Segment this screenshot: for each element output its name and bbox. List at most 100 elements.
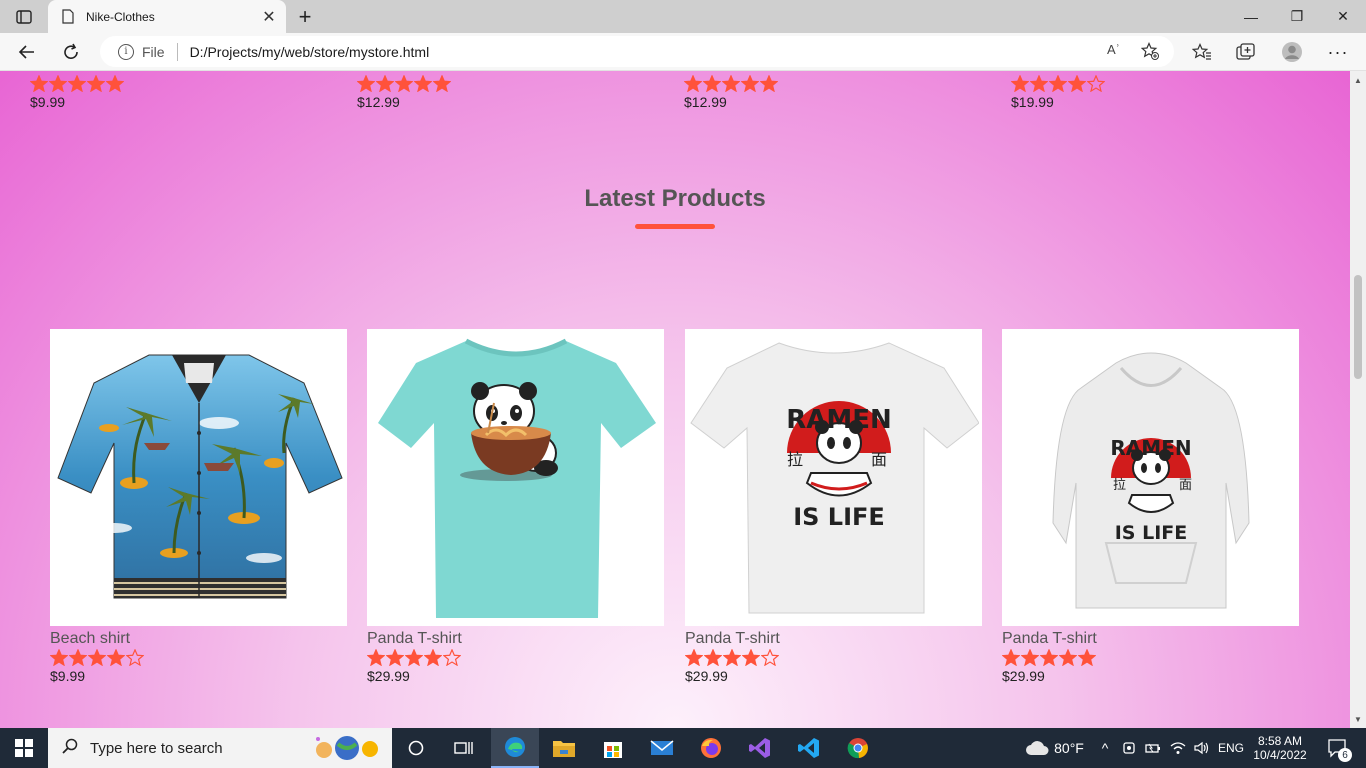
product-card[interactable]: $9.99 — [30, 75, 230, 110]
product-card[interactable]: Beach shirt $9.99 — [50, 329, 347, 684]
refresh-button[interactable] — [56, 37, 86, 67]
vscode-icon[interactable] — [785, 728, 833, 768]
product-card[interactable]: $12.99 — [684, 75, 884, 110]
page-content: $9.99 $12.99 $12.99 $19.99 Latest Produc… — [0, 71, 1350, 728]
new-tab-button[interactable]: + — [292, 4, 318, 30]
print-is-life-text: IS LIFE — [793, 503, 885, 531]
product-image-panda-tshirt[interactable] — [367, 329, 664, 626]
windows-start-icon[interactable] — [0, 728, 48, 768]
weather-cloud-icon[interactable] — [1020, 728, 1054, 768]
star-filled-icon — [741, 75, 759, 92]
device-icon[interactable] — [1118, 728, 1140, 768]
product-card[interactable]: RAMEN 拉 面 IS LIFE Panda T-shirt $29.99 — [685, 329, 982, 684]
star-filled-icon — [107, 649, 125, 666]
edge-taskbar-icon[interactable] — [491, 728, 539, 768]
product-image-ramen-tshirt[interactable]: RAMEN 拉 面 IS LIFE — [685, 329, 982, 626]
star-filled-icon — [1002, 649, 1020, 666]
star-filled-icon — [1059, 649, 1077, 666]
clock-time: 8:58 AM — [1257, 734, 1303, 748]
product-price: $29.99 — [367, 668, 410, 684]
notification-icon[interactable]: 6 — [1318, 728, 1358, 768]
language-indicator[interactable]: ENG — [1216, 728, 1246, 768]
store-icon[interactable] — [589, 728, 637, 768]
clock-date: 10/4/2022 — [1253, 748, 1307, 762]
product-name[interactable]: Panda T-shirt — [367, 630, 664, 648]
tab-actions-icon[interactable] — [10, 6, 38, 28]
star-filled-icon — [386, 649, 404, 666]
volume-icon[interactable] — [1190, 728, 1214, 768]
scroll-up-icon[interactable]: ▲ — [1350, 73, 1366, 87]
rating-stars — [1002, 649, 1299, 666]
print-is-life-text: IS LIFE — [1114, 522, 1187, 544]
print-kanji-left: 拉 — [1113, 478, 1126, 493]
product-card[interactable]: $12.99 — [357, 75, 557, 110]
star-filled-icon — [414, 75, 432, 92]
taskbar-search[interactable]: Type here to search — [48, 728, 392, 768]
product-card[interactable]: $19.99 — [1011, 75, 1211, 110]
rating-stars — [357, 75, 557, 92]
product-price: $9.99 — [30, 94, 66, 110]
chrome-icon[interactable] — [834, 728, 882, 768]
favorites-icon[interactable] — [1187, 37, 1217, 67]
url-text[interactable]: D:/Projects/my/web/store/mystore.html — [190, 44, 430, 60]
profile-avatar[interactable] — [1277, 37, 1307, 67]
product-price: $29.99 — [1002, 668, 1045, 684]
rating-stars — [30, 75, 230, 92]
star-filled-icon — [376, 75, 394, 92]
restore-button[interactable]: ❐ — [1274, 0, 1320, 33]
task-view-icon[interactable] — [442, 728, 486, 768]
search-icon — [62, 738, 78, 759]
star-empty-icon — [126, 649, 144, 666]
file-explorer-icon[interactable] — [540, 728, 588, 768]
chevron-up-icon[interactable]: ^ — [1095, 728, 1115, 768]
star-filled-icon — [433, 75, 451, 92]
scroll-down-icon[interactable]: ▼ — [1350, 712, 1366, 726]
star-filled-icon — [760, 75, 778, 92]
wifi-icon[interactable] — [1166, 728, 1190, 768]
rating-stars — [1011, 75, 1211, 92]
back-button[interactable] — [12, 37, 42, 67]
star-filled-icon — [723, 649, 741, 666]
star-filled-icon — [106, 75, 124, 92]
product-card[interactable]: Panda T-shirt $29.99 — [367, 329, 664, 684]
product-image-ramen-hoodie[interactable]: RAMEN 拉 面 IS LIFE — [1002, 329, 1299, 626]
product-price: $19.99 — [1011, 94, 1054, 110]
more-menu-icon[interactable]: ··· — [1323, 37, 1353, 67]
cortana-icon[interactable] — [396, 728, 436, 768]
star-filled-icon — [1049, 75, 1067, 92]
weather-temp[interactable]: 80°F — [1052, 728, 1086, 768]
star-filled-icon — [1078, 649, 1096, 666]
collections-icon[interactable] — [1231, 37, 1261, 67]
product-price: $12.99 — [357, 94, 400, 110]
address-bar[interactable]: i File D:/Projects/my/web/store/mystore.… — [100, 36, 1174, 67]
browser-tab[interactable]: Nike-Clothes ✕ — [48, 0, 286, 33]
product-name[interactable]: Panda T-shirt — [1002, 630, 1299, 648]
title-underline — [635, 224, 715, 229]
print-ramen-text: RAMEN — [1110, 436, 1191, 460]
read-aloud-icon[interactable]: Aʾ — [1107, 42, 1120, 57]
product-name[interactable]: Beach shirt — [50, 630, 347, 648]
info-icon[interactable]: i — [118, 43, 134, 60]
star-filled-icon — [742, 649, 760, 666]
star-filled-icon — [68, 75, 86, 92]
minimize-button[interactable]: — — [1228, 0, 1274, 33]
scrollbar-thumb[interactable] — [1354, 275, 1362, 379]
firefox-icon[interactable] — [687, 728, 735, 768]
product-card[interactable]: RAMEN 拉 面 IS LIFE Panda T-shirt $29.99 — [1002, 329, 1299, 684]
star-filled-icon — [69, 649, 87, 666]
clock[interactable]: 8:58 AM 10/4/2022 — [1250, 728, 1310, 768]
previous-products-row: $9.99 $12.99 $12.99 $19.99 — [0, 75, 1350, 115]
close-window-button[interactable]: ✕ — [1320, 0, 1366, 33]
mail-icon[interactable] — [638, 728, 686, 768]
rating-stars — [685, 649, 982, 666]
page-scrollbar[interactable]: ▲ ▼ — [1350, 71, 1366, 728]
visual-studio-icon[interactable] — [736, 728, 784, 768]
product-image-beach-shirt[interactable] — [50, 329, 347, 626]
star-filled-icon — [88, 649, 106, 666]
add-favorite-icon[interactable] — [1140, 41, 1160, 61]
star-filled-icon — [50, 649, 68, 666]
close-tab-icon[interactable]: ✕ — [256, 4, 282, 30]
battery-icon[interactable] — [1142, 728, 1164, 768]
star-filled-icon — [30, 75, 48, 92]
product-name[interactable]: Panda T-shirt — [685, 630, 982, 648]
